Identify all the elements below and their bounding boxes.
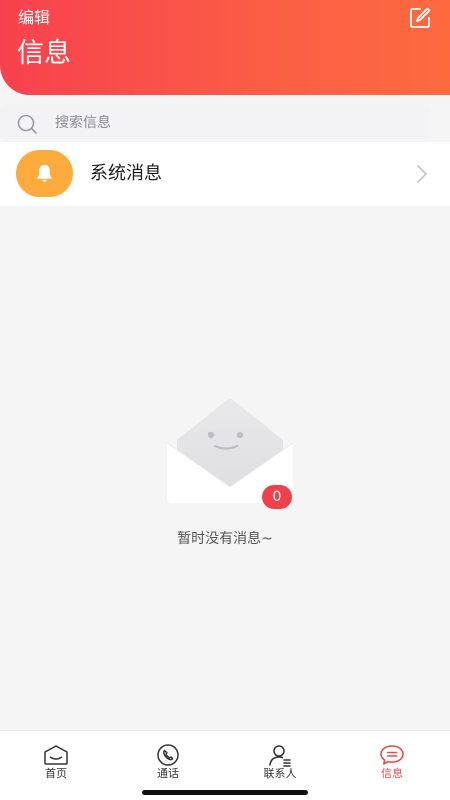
search-placeholder: 搜索信息 xyxy=(55,115,111,131)
system-message-item[interactable]: 系统消息 xyxy=(0,142,450,206)
contacts-icon xyxy=(269,745,291,767)
system-message-avatar xyxy=(16,150,73,197)
page-title: 信息 xyxy=(17,38,71,69)
chevron-right-icon xyxy=(417,165,427,183)
empty-state-text: 暂时没有消息~ xyxy=(177,531,273,547)
tab-messages[interactable]: 信息 xyxy=(336,731,448,800)
tab-calls-label: 通话 xyxy=(157,767,179,780)
edit-button[interactable]: 编辑 xyxy=(18,8,50,28)
tab-home[interactable]: 首页 xyxy=(0,731,112,800)
phone-icon xyxy=(157,744,179,766)
bell-icon xyxy=(37,164,52,182)
message-icon xyxy=(380,745,404,765)
home-icon xyxy=(44,745,68,765)
search-icon xyxy=(17,114,37,134)
unread-count-badge: 0 xyxy=(262,485,292,509)
system-message-title: 系统消息 xyxy=(90,163,162,184)
home-indicator xyxy=(142,790,308,795)
search-input[interactable]: 搜索信息 xyxy=(0,104,430,142)
tab-contacts-label: 联系人 xyxy=(263,767,297,780)
tab-home-label: 首页 xyxy=(45,767,67,780)
tab-messages-label: 信息 xyxy=(381,767,403,780)
header-bar: 编辑 信息 xyxy=(0,0,450,95)
compose-icon[interactable] xyxy=(408,6,432,30)
